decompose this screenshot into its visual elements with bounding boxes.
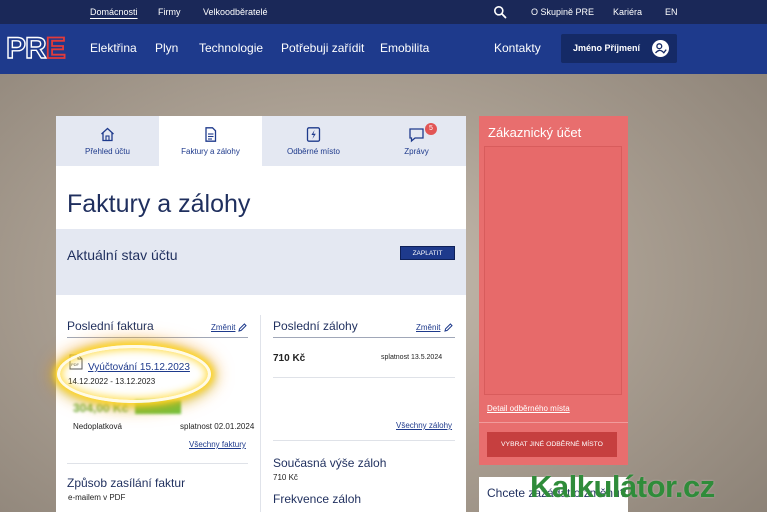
column-divider <box>260 315 261 512</box>
tab-zpravy[interactable]: 5 Zprávy <box>365 116 468 166</box>
invoice-amount: 304,00 Kč <box>73 401 129 415</box>
account-tabs: Přehled účtu Faktury a zálohy Odběrné mí… <box>56 116 466 166</box>
divider <box>67 463 248 464</box>
user-name: Jméno Příjmení <box>573 43 641 53</box>
advance-amount: 710 Kč <box>273 353 306 364</box>
highlight-ellipse <box>57 345 211 403</box>
divider <box>479 422 628 423</box>
search-icon[interactable] <box>493 5 507 19</box>
home-icon <box>101 127 114 142</box>
nav-link-plyn[interactable]: Plyn <box>155 41 178 55</box>
sending-method-value: e-mailem v PDF <box>68 493 126 502</box>
invoice-status: Nedoplatková <box>73 422 122 431</box>
page-title: Faktury a zálohy <box>67 190 251 218</box>
select-other-point-button[interactable]: VYBRAT JINÉ ODBĚRNÉ MÍSTO <box>487 432 617 457</box>
consumption-point-detail-link[interactable]: Detail odběrného místa <box>487 404 570 413</box>
topbar-item-domacnosti[interactable]: Domácnosti <box>90 7 138 17</box>
lightning-icon <box>306 127 321 142</box>
message-icon <box>409 128 424 143</box>
messages-badge: 5 <box>425 123 437 135</box>
change-advances-link[interactable]: Změnit <box>416 323 440 332</box>
current-advance-value: 710 Kč <box>273 473 298 482</box>
divider <box>67 337 248 338</box>
divider <box>273 440 455 441</box>
nav-link-potrebuji-zaridit[interactable]: Potřebuji zařídit <box>281 41 364 55</box>
nav-link-elektrina[interactable]: Elektřina <box>90 41 137 55</box>
tab-label: Zprávy <box>404 147 429 156</box>
account-state-box: Aktuální stav účtu ZAPLATIT <box>56 229 466 295</box>
pencil-icon[interactable] <box>238 323 247 332</box>
tab-label: Odběrné místo <box>287 147 340 156</box>
topbar-item-en[interactable]: EN <box>665 7 678 17</box>
logo-text: PRE <box>6 32 65 64</box>
tab-label: Přehled účtu <box>85 147 130 156</box>
tab-label: Faktury a zálohy <box>181 147 240 156</box>
customer-account-title: Zákaznický účet <box>488 125 582 140</box>
tab-odberne-misto[interactable]: Odběrné místo <box>262 116 365 166</box>
advance-frequency-title: Frekvence záloh <box>273 492 362 506</box>
divider <box>273 377 455 378</box>
topbar-item-skupina[interactable]: O Skupině PRE <box>531 7 594 17</box>
kalkulator-watermark: Kalkulátor.cz <box>530 469 715 504</box>
nav-link-kontakty[interactable]: Kontakty <box>494 41 541 55</box>
topbar-item-kariera[interactable]: Kariéra <box>613 7 642 17</box>
invoice-due-date: splatnost 02.01.2024 <box>180 422 255 431</box>
topbar-item-firmy[interactable]: Firmy <box>158 7 181 17</box>
account-state-title: Aktuální stav účtu <box>67 247 178 263</box>
advance-due-date: splatnost 13.5.2024 <box>381 354 443 361</box>
main-nav: PRE Elektřina Plyn Technologie Potřebuji… <box>0 24 767 74</box>
last-invoice-title: Poslední faktura <box>67 319 154 333</box>
top-bar: Domácnosti Firmy Velkoodběratelé O Skupi… <box>0 0 767 24</box>
all-advances-link[interactable]: Všechny zálohy <box>396 421 452 430</box>
topbar-item-velkoodberatele[interactable]: Velkoodběratelé <box>203 7 268 17</box>
sending-method-title: Způsob zasílání faktur <box>67 476 186 490</box>
invoices-card: Přehled účtu Faktury a zálohy Odběrné mí… <box>56 116 466 512</box>
tab-faktury-a-zalohy[interactable]: Faktury a zálohy <box>159 116 262 166</box>
customer-account-content <box>484 146 622 395</box>
divider <box>273 337 455 338</box>
user-account-button[interactable]: Jméno Příjmení <box>561 34 677 63</box>
nav-link-technologie[interactable]: Technologie <box>199 41 263 55</box>
pencil-icon[interactable] <box>444 323 453 332</box>
change-invoice-link[interactable]: Změnit <box>211 323 235 332</box>
user-verified-icon <box>652 40 669 57</box>
last-advances-title: Poslední zálohy <box>273 319 358 333</box>
pre-logo[interactable]: PRE <box>6 32 68 64</box>
pay-button[interactable]: ZAPLATIT <box>400 246 455 260</box>
current-advance-title: Současná výše záloh <box>273 456 387 470</box>
nav-link-emobilita[interactable]: Emobilita <box>380 41 429 55</box>
tab-prehled-uctu[interactable]: Přehled účtu <box>56 116 159 166</box>
customer-account-panel: Zákaznický účet Detail odběrného místa V… <box>479 116 628 465</box>
document-icon <box>205 127 217 142</box>
all-invoices-link[interactable]: Všechny faktury <box>189 440 246 449</box>
